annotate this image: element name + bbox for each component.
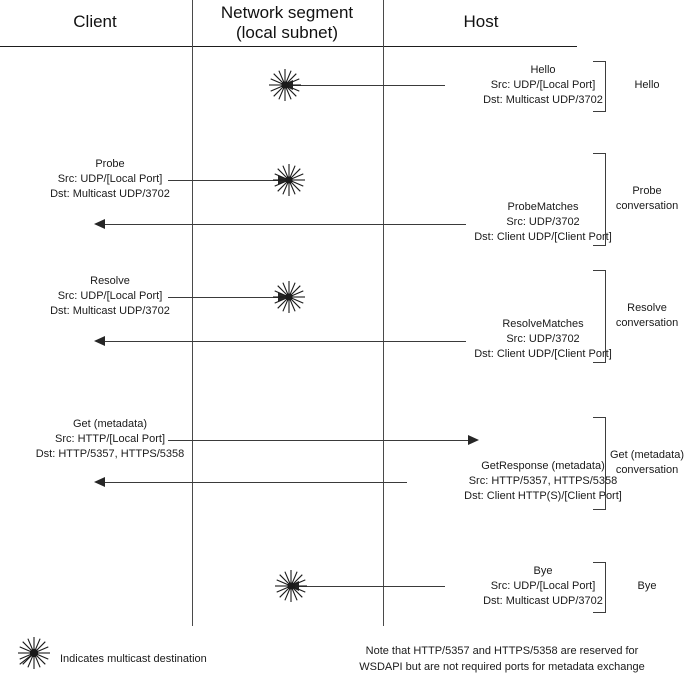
message-label-probe: Probe Src: UDP/[Local Port] Dst: Multica…	[0, 157, 220, 202]
message-title-resolve: Resolve	[90, 275, 130, 287]
message-src-probe: Src: UDP/[Local Port]	[57, 173, 163, 185]
get-response-arrow-head	[94, 477, 105, 487]
lane-header-network-segment: Network segment (local subnet)	[220, 3, 354, 42]
message-dst-probe: Dst: Multicast UDP/3702	[50, 188, 170, 200]
multicast-burst-legend-icon	[17, 636, 51, 670]
message-dst-bye: Dst: Multicast UDP/3702	[483, 595, 603, 607]
message-dst-get-response: Dst: Client HTTP(S)/[Client Port]	[464, 490, 622, 502]
multicast-burst-bye	[274, 569, 308, 603]
message-src-resolve: Src: UDP/[Local Port]	[57, 290, 163, 302]
conversation-label-resolve: Resolve conversation	[615, 302, 679, 329]
message-dst-resolve-matches: Dst: Client UDP/[Client Port]	[474, 348, 612, 360]
lane-divider-network-host	[383, 0, 384, 626]
lane-header-host: Host	[463, 12, 499, 31]
message-dst-resolve: Dst: Multicast UDP/3702	[50, 305, 170, 317]
resolve-matches-arrow-head	[94, 336, 105, 346]
get-response-arrow-line	[105, 482, 407, 483]
footer-note-ports: Note that HTTP/5357 and HTTPS/5358 are r…	[359, 645, 645, 673]
header-divider-rule	[0, 46, 577, 47]
message-src-get-metadata: Src: HTTP/[Local Port]	[54, 433, 166, 445]
message-title-bye: Bye	[533, 565, 553, 577]
message-dst-probe-matches: Dst: Client UDP/[Client Port]	[474, 231, 612, 243]
message-title-get-metadata: Get (metadata)	[73, 418, 147, 430]
probe-matches-arrow-head	[94, 219, 105, 229]
conversation-label-hello: Hello	[634, 79, 660, 91]
conversation-label-get-metadata: Get (metadata) conversation	[610, 449, 684, 476]
message-dst-get-metadata: Dst: HTTP/5357, HTTPS/5358	[35, 448, 185, 460]
multicast-burst-hello	[268, 68, 302, 102]
message-label-resolve: Resolve Src: UDP/[Local Port] Dst: Multi…	[0, 274, 220, 319]
message-title-probe: Probe	[95, 158, 125, 170]
multicast-burst-probe	[272, 163, 306, 197]
message-dst-hello: Dst: Multicast UDP/3702	[483, 94, 603, 106]
conversation-label-probe: Probe conversation	[615, 185, 679, 212]
message-src-probe-matches: Src: UDP/3702	[506, 216, 580, 228]
wsd-discovery-sequence-diagram: Client Network segment (local subnet) Ho…	[0, 0, 684, 674]
message-label-get-metadata: Get (metadata) Src: HTTP/[Local Port] Ds…	[0, 417, 220, 462]
conversation-label-bye: Bye	[637, 580, 657, 592]
message-title-hello: Hello	[530, 64, 556, 76]
lane-header-client: Client	[73, 12, 117, 31]
message-src-resolve-matches: Src: UDP/3702	[506, 333, 580, 345]
get-metadata-arrow-head	[468, 435, 479, 445]
multicast-burst-resolve	[272, 280, 306, 314]
legend-multicast-destination-text: Indicates multicast destination	[60, 653, 207, 665]
